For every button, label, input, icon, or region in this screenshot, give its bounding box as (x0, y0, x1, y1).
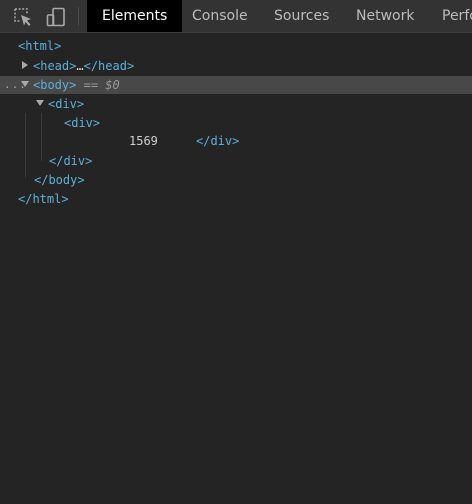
tree-node-text[interactable]: 1569 </div> (129, 132, 239, 150)
tab-network[interactable]: Network (356, 0, 414, 32)
tree-node-body-selected[interactable]: ... <body> == $0 (0, 76, 472, 94)
expand-triangle-icon[interactable] (22, 61, 28, 69)
tree-node-body-close[interactable]: </body> (34, 171, 85, 189)
devtools-panel: Elements Console Sources Network Perfo <… (0, 0, 472, 504)
collapse-triangle-icon[interactable] (21, 81, 29, 87)
device-toolbar-icon[interactable] (45, 6, 67, 28)
elements-tree: <html> <head>…</head> ... <body> == $0 <… (0, 33, 472, 504)
tree-node-div-outer-close[interactable]: </div> (49, 152, 92, 170)
indent-guide (25, 113, 26, 178)
devtools-toolbar: Elements Console Sources Network Perfo (0, 0, 472, 33)
tree-node-html-open[interactable]: <html> (18, 37, 61, 55)
tab-console[interactable]: Console (192, 0, 248, 32)
indent-guide (41, 113, 42, 161)
toolbar-separator (78, 7, 79, 26)
tab-sources[interactable]: Sources (274, 0, 329, 32)
text-node-value: 1569 (129, 134, 158, 148)
inspect-element-icon[interactable] (12, 6, 34, 28)
tree-node-div-inner-open[interactable]: <div> (64, 114, 100, 132)
collapse-triangle-icon[interactable] (36, 100, 44, 106)
tab-elements[interactable]: Elements (87, 0, 183, 32)
tab-performance[interactable]: Perfo (442, 0, 472, 32)
tree-node-div-inner-close: </div> (196, 134, 240, 148)
tree-node-html-close[interactable]: </html> (18, 190, 69, 208)
